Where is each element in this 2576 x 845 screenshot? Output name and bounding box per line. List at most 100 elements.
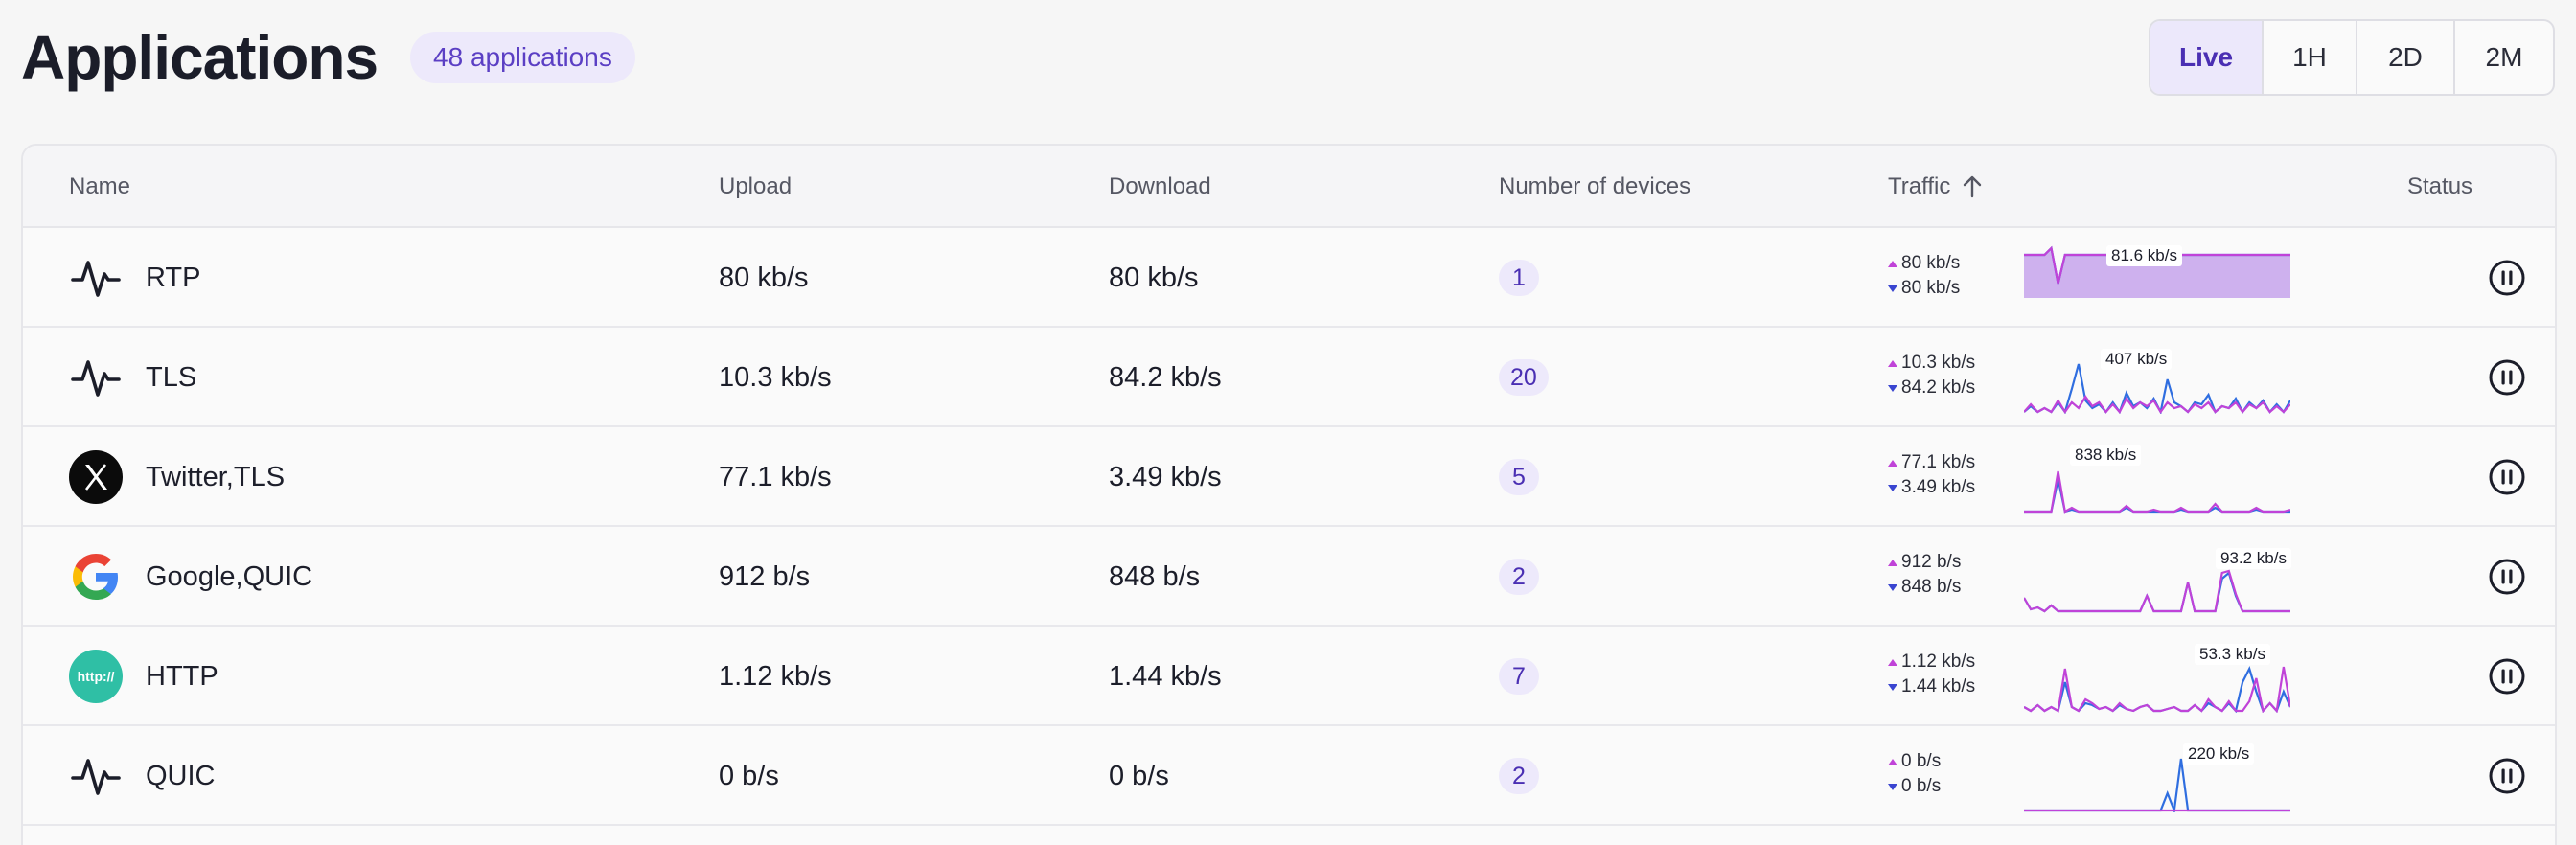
time-range-2m-button[interactable]: 2M [2453,21,2553,94]
activity-icon [69,251,123,305]
column-header-devices[interactable]: Number of devices [1499,146,1690,228]
activity-icon [69,351,123,404]
column-header-name[interactable]: Name [69,146,130,228]
upload-series-line [2023,394,2291,415]
app-name: QUIC [146,760,216,791]
devices-cell: 2 [1499,726,1539,826]
time-range-live-button[interactable]: Live [2150,21,2262,94]
column-header-traffic[interactable]: Traffic [1888,146,1983,228]
applications-count-badge: 48 applications [410,32,635,83]
upload-arrow-icon [1888,658,1898,666]
traffic-upload-value: 0 b/s [1901,751,1942,771]
traffic-download-line: 3.49 kb/s [1888,475,2003,500]
download-arrow-icon [1888,285,1898,292]
table-row[interactable]: Twitter,TLS 77.1 kb/s 3.49 kb/s 5 77.1 kb/s 3… [23,427,2555,527]
app-name: TLS [146,361,197,393]
upload-rate: 1.12 kb/s [719,660,832,692]
activity-icon [69,749,123,803]
traffic-download-value: 0 b/s [1901,776,1942,796]
traffic-sparkline[interactable]: 220 kb/s [2024,743,2290,815]
download-rate: 3.49 kb/s [1109,461,1222,492]
table-row[interactable]: http://HTTP 1.12 kb/s 1.44 kb/s 7 1.12 kb/s 1… [23,627,2555,726]
traffic-legend: 912 b/s 848 b/s [1888,550,2003,600]
time-range-selector: Live 1H 2D 2M [2149,19,2555,96]
upload-rate: 77.1 kb/s [719,461,832,492]
download-arrow-icon [1888,384,1898,392]
traffic-upload-value: 80 kb/s [1901,253,1961,273]
pause-button[interactable] [2488,458,2526,496]
time-range-2d-button[interactable]: 2D [2356,21,2453,94]
traffic-sparkline[interactable]: 93.2 kb/s [2023,544,2291,613]
page-title: Applications [21,23,379,92]
app-name: Google,QUIC [146,560,313,592]
device-count-badge: 2 [1499,559,1539,595]
column-header-traffic-label: Traffic [1888,173,1951,199]
traffic-sparkline[interactable]: 53.3 kb/s [2023,644,2292,714]
traffic-sparkline-chart [2024,470,2291,514]
download-arrow-icon [1888,783,1898,790]
traffic-legend: 77.1 kb/s 3.49 kb/s [1888,450,2003,500]
traffic-peak-label: 838 kb/s [2070,445,2142,466]
pause-circle-icon [2489,260,2525,296]
download-rate: 1.44 kb/s [1109,660,1222,692]
app-name: HTTP [146,660,218,692]
device-count-badge: 1 [1499,260,1539,296]
traffic-download-line: 1.44 kb/s [1888,674,2003,699]
table-row[interactable]: TLS 10.3 kb/s 84.2 kb/s 20 10.3 kb/s 84.2 kb/… [23,328,2555,427]
table-row[interactable]: QUIC 0 b/s 0 b/s 2 0 b/s 0 b/s 220 kb/s [23,726,2555,826]
traffic-upload-line: 80 kb/s [1888,251,2003,276]
pause-button[interactable] [2488,657,2526,696]
devices-cell: 5 [1499,427,1539,527]
traffic-upload-line: 0 b/s [1888,749,2003,774]
traffic-upload-value: 10.3 kb/s [1901,353,1976,373]
traffic-upload-value: 1.12 kb/s [1901,651,1976,672]
sort-ascending-icon[interactable] [1962,175,1983,198]
traffic-download-line: 0 b/s [1888,774,2003,799]
pause-button[interactable] [2488,757,2526,795]
pause-button[interactable] [2488,358,2526,397]
column-header-status[interactable]: Status [2407,146,2472,228]
devices-cell: 20 [1499,328,1549,427]
pause-button[interactable] [2488,558,2526,596]
table-row[interactable]: Google,QUIC 912 b/s 848 b/s 2 912 b/s 848 b/s… [23,527,2555,627]
upload-arrow-icon [1888,459,1898,467]
applications-table: Name Upload Download Number of devices T… [21,144,2557,845]
traffic-download-line: 848 b/s [1888,575,2003,600]
device-count-badge: 20 [1499,359,1549,396]
traffic-download-line: 80 kb/s [1888,276,2003,301]
traffic-upload-line: 77.1 kb/s [1888,450,2003,475]
table-row[interactable]: RTP 80 kb/s 80 kb/s 1 80 kb/s 80 kb/s 81.6 kb/… [23,228,2555,328]
traffic-sparkline[interactable]: 838 kb/s [2024,445,2291,514]
traffic-sparkline[interactable]: 81.6 kb/s [2024,245,2290,314]
traffic-legend: 1.12 kb/s 1.44 kb/s [1888,650,2003,699]
devices-cell: 7 [1499,627,1539,726]
traffic-upload-line: 912 b/s [1888,550,2003,575]
time-range-1h-button[interactable]: 1H [2262,21,2356,94]
pause-circle-icon [2489,658,2525,695]
traffic-legend: 80 kb/s 80 kb/s [1888,251,2003,301]
traffic-peak-label: 407 kb/s [2101,349,2173,370]
download-rate: 0 b/s [1109,760,1169,791]
traffic-peak-label: 220 kb/s [2183,743,2255,765]
app-name: RTP [146,262,201,293]
upload-series-line [2024,470,2291,514]
traffic-peak-label: 53.3 kb/s [2195,644,2270,665]
traffic-download-value: 848 b/s [1901,577,1962,597]
upload-series-line [2023,569,2290,613]
table-header: Name Upload Download Number of devices T… [23,146,2555,228]
pause-button[interactable] [2488,259,2526,297]
upload-arrow-icon [1888,260,1898,267]
pause-circle-icon [2489,559,2525,595]
column-header-download[interactable]: Download [1109,146,1211,228]
upload-rate: 80 kb/s [719,262,809,293]
download-rate: 80 kb/s [1109,262,1199,293]
device-count-badge: 5 [1499,459,1539,495]
traffic-sparkline[interactable]: 407 kb/s [2023,345,2291,416]
download-series-line [2023,571,2290,613]
column-header-upload[interactable]: Upload [719,146,792,228]
device-count-badge: 7 [1499,658,1539,695]
devices-cell: 1 [1499,228,1539,328]
traffic-download-value: 3.49 kb/s [1901,477,1976,497]
traffic-upload-value: 77.1 kb/s [1901,452,1976,472]
traffic-download-value: 84.2 kb/s [1901,377,1976,398]
